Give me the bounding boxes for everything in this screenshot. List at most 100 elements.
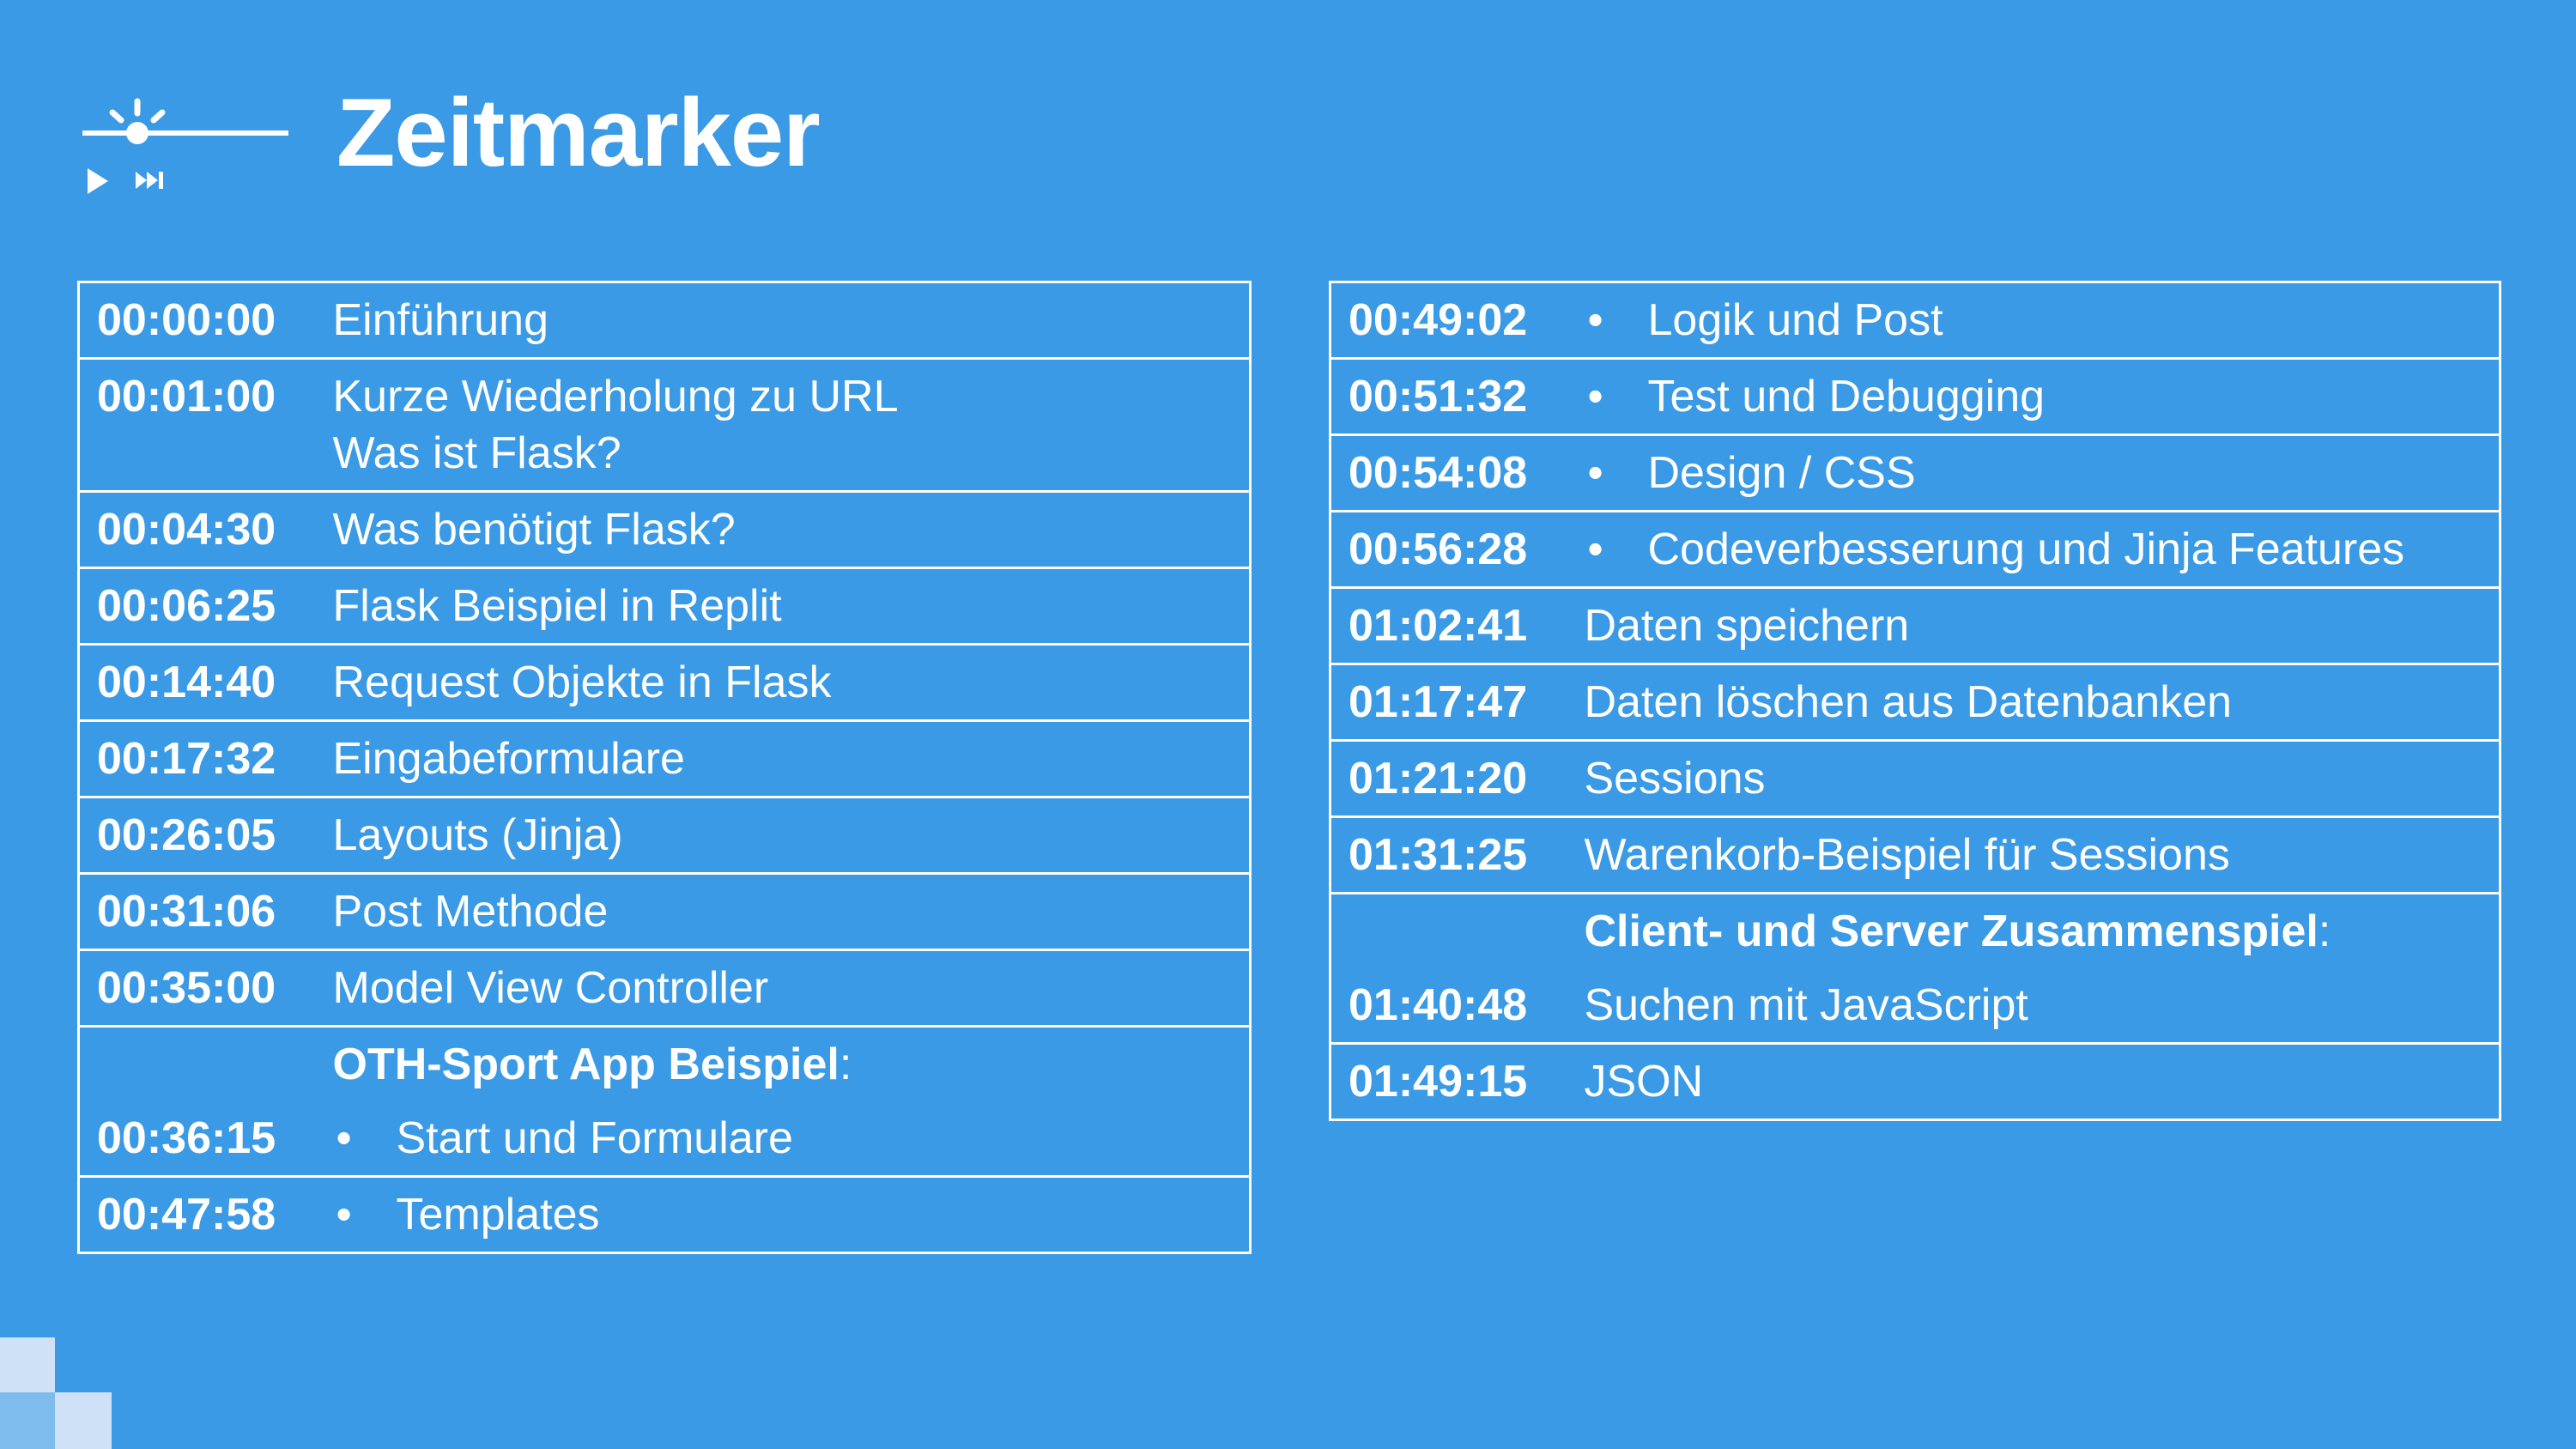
topic-text: Templates — [396, 1190, 600, 1240]
topic: Eingabeformulare — [315, 719, 1251, 797]
timestamp-row: 00:14:40 Request Objekte in Flask — [78, 643, 1251, 721]
topic: Model View Controller — [315, 949, 1251, 1027]
topic-line: Was benötigt Flask? — [332, 505, 736, 555]
topic: Flask Beispiel in Replit — [315, 567, 1251, 645]
topic-line: Layouts (Jinja) — [332, 810, 623, 860]
corner-decor-square — [55, 1392, 112, 1449]
timestamp-row: 01:31:25 Warenkorb-Beispiel für Sessions — [1330, 815, 2500, 894]
topic: • Test und Debugging — [1567, 357, 2500, 435]
page-title: Zeitmarker — [336, 79, 821, 186]
video-timeline-logo — [82, 98, 288, 194]
corner-decor-square — [0, 1392, 55, 1449]
corner-decor-square — [0, 1337, 55, 1392]
topic-line: Was ist Flask? — [332, 428, 621, 478]
timestamp-row: 00:17:32 Eingabeformulare — [78, 719, 1251, 797]
bullet: • — [1587, 524, 1603, 574]
timestamp-row: 01:49:15 JSON — [1330, 1042, 2500, 1120]
timestamp: 00:17:32 — [78, 719, 316, 797]
timestamp: 00:47:58 — [78, 1175, 316, 1253]
topic: Was benötigt Flask? — [315, 490, 1251, 568]
bullet: • — [1587, 448, 1603, 498]
topic: • Codeverbesserung und Jinja Features — [1567, 510, 2500, 588]
timestamp: 00:01:00 — [78, 357, 316, 492]
topic-text: Logik und Post — [1647, 295, 1943, 345]
timestamp: 00:26:05 — [78, 796, 316, 874]
topic: • Templates — [315, 1175, 1251, 1253]
timestamp: 00:56:28 — [1330, 510, 1567, 588]
timestamp-row: 00:26:05 Layouts (Jinja) — [78, 796, 1251, 874]
timestamp: 00:31:06 — [78, 872, 316, 950]
timestamp-row: 00:35:00 Model View Controller — [78, 949, 1251, 1027]
timestamp — [1330, 892, 1567, 968]
timestamp: 00:54:08 — [1330, 433, 1567, 512]
section-heading: Client- und Server Zusammenspiel — [1584, 906, 2318, 956]
topic: Layouts (Jinja) — [315, 796, 1251, 874]
topic-line: Post Methode — [332, 887, 609, 937]
topic: JSON — [1567, 1042, 2500, 1120]
sun-icon — [109, 98, 166, 124]
timestamp: 01:40:48 — [1349, 980, 1528, 1030]
topic-text: Codeverbesserung und Jinja Features — [1647, 524, 2405, 574]
topic: Client- und Server Zusammenspiel: — [1567, 892, 2500, 968]
timestamp — [78, 1025, 316, 1101]
topic-line: JSON — [1584, 1057, 1704, 1106]
topic: Warenkorb-Beispiel für Sessions — [1567, 815, 2500, 894]
timestamp-row: 00:36:15 • Start und Formulare — [79, 1101, 1251, 1177]
topic-line: Einführung — [332, 295, 549, 345]
timestamp: 00:51:32 — [1330, 357, 1567, 435]
topic-line: Eingabeformulare — [332, 734, 685, 784]
play-icon[interactable] — [88, 168, 108, 194]
timestamp: 01:31:25 — [1330, 815, 1567, 894]
timestamp: 00:36:15 — [97, 1113, 276, 1163]
section-heading: OTH-Sport App Beispiel — [332, 1040, 839, 1089]
timestamp: 00:06:25 — [78, 567, 316, 645]
timestamp-row: Client- und Server Zusammenspiel: — [1330, 892, 2500, 968]
section-heading-colon: : — [839, 1040, 852, 1089]
timestamp-row: 00:01:00 Kurze Wiederholung zu URL Was ist… — [78, 357, 1251, 492]
timestamp-row: 01:21:20 Sessions — [1330, 739, 2500, 817]
bullet: • — [336, 1113, 352, 1163]
topic: Request Objekte in Flask — [315, 643, 1251, 721]
section-heading-colon: : — [2318, 906, 2331, 956]
topic: Suchen mit JavaScript — [1567, 968, 2500, 1044]
timestamp: 00:00:00 — [78, 281, 316, 359]
timestamp: 00:35:00 — [78, 949, 316, 1027]
timestamp-row: OTH-Sport App Beispiel: — [78, 1025, 1251, 1101]
bullet: • — [1587, 372, 1603, 421]
timestamp-row: 01:02:41 Daten speichern — [1330, 586, 2500, 664]
timestamp-row: 00:56:28 • Codeverbesserung und Jinja Feat… — [1330, 510, 2500, 588]
topic-text: Start und Formulare — [396, 1113, 793, 1163]
timestamp: 01:49:15 — [1330, 1042, 1567, 1120]
timestamp-row: 00:47:58 • Templates — [78, 1175, 1251, 1253]
topic: Daten löschen aus Datenbanken — [1567, 663, 2500, 741]
topic: Post Methode — [315, 872, 1251, 950]
timestamps-table-right: 00:49:02 • Logik und Post 00:51:32 • Test und… — [1329, 281, 2501, 1121]
topic: Sessions — [1567, 739, 2500, 817]
skip-forward-icon[interactable] — [136, 172, 163, 189]
timeline-icon — [82, 122, 288, 144]
topic-text: Design / CSS — [1647, 448, 1916, 498]
topic-line: Kurze Wiederholung zu URL — [332, 372, 899, 421]
timestamp-row: 00:51:32 • Test und Debugging — [1330, 357, 2500, 435]
topic: • Design / CSS — [1567, 433, 2500, 512]
topic-line: Daten speichern — [1584, 601, 1910, 651]
timestamp-row: 00:06:25 Flask Beispiel in Replit — [78, 567, 1251, 645]
timestamp-row: 00:49:02 • Logik und Post — [1330, 281, 2500, 359]
timestamp-row: 00:31:06 Post Methode — [78, 872, 1251, 950]
timestamp-row: 01:40:48 Suchen mit JavaScript — [1330, 968, 2500, 1044]
topic-line: Flask Beispiel in Replit — [332, 581, 782, 631]
topic: Einführung — [315, 281, 1251, 359]
topic-line: Sessions — [1584, 754, 1766, 803]
timestamp: 00:04:30 — [78, 490, 316, 568]
timestamp-row: 00:04:30 Was benötigt Flask? — [78, 490, 1251, 568]
timestamps-table-left: 00:00:00 Einführung 00:01:00 Kurze Wiederho… — [77, 281, 1252, 1254]
topic: • Logik und Post — [1567, 281, 2500, 359]
timestamp-row: 01:17:47 Daten löschen aus Datenbanken — [1330, 663, 2500, 741]
topic: OTH-Sport App Beispiel: — [315, 1025, 1251, 1101]
bullet: • — [336, 1190, 352, 1240]
bullet: • — [1587, 295, 1603, 345]
topic: Daten speichern — [1567, 586, 2500, 664]
timestamp: 01:17:47 — [1330, 663, 1567, 741]
topic-line: Suchen mit JavaScript — [1584, 980, 2028, 1030]
timestamp: 01:21:20 — [1330, 739, 1567, 817]
